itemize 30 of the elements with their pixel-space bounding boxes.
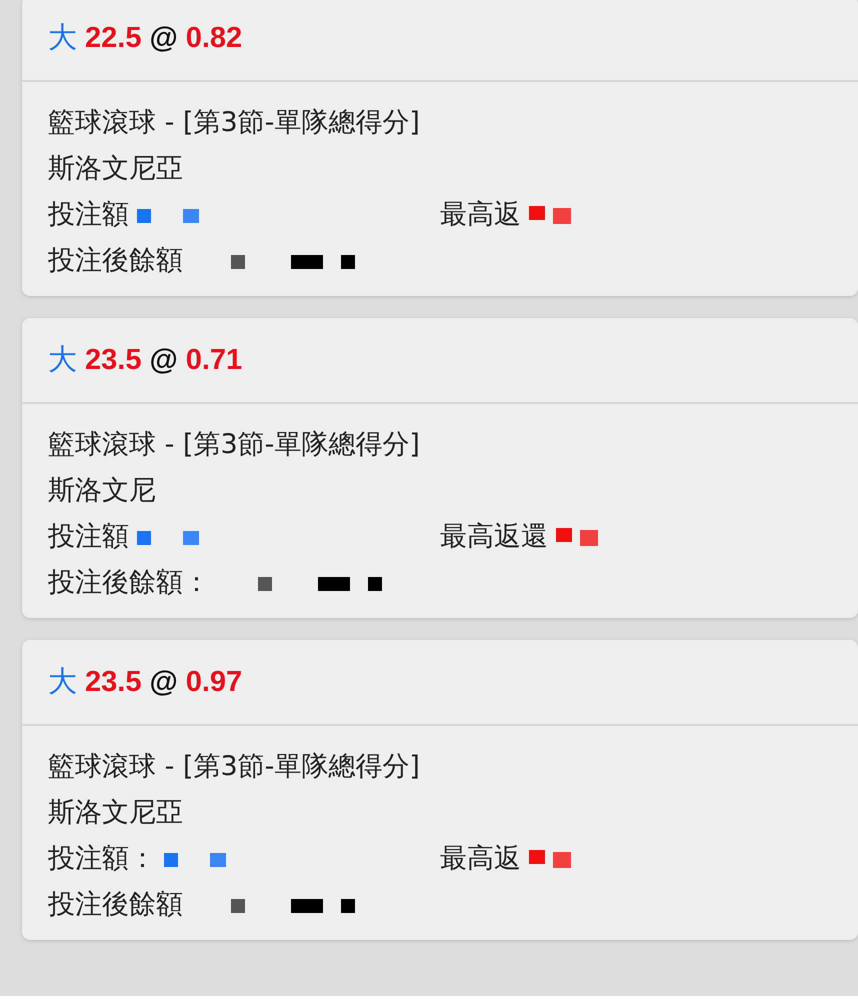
stake-label: 投注額： [48, 842, 156, 876]
stake-label: 投注額 [48, 198, 129, 232]
at-sign: @ [149, 666, 178, 698]
stake-label: 投注額 [48, 520, 129, 554]
team-name: 斯洛文尼亞 [48, 152, 184, 186]
return-label: 最高返還 [440, 520, 548, 554]
bet-side: 大 [48, 665, 77, 700]
return-label: 最高返 [440, 842, 521, 876]
balance-label: 投注後餘額 [48, 888, 183, 922]
bet-line: 23.5 [85, 344, 142, 376]
bet-side: 大 [48, 343, 77, 378]
redacted-blur-icon [529, 850, 571, 868]
bet-line: 23.5 [85, 666, 142, 698]
market-name: 籃球滾球 - [第3節-單隊總得分] [48, 428, 421, 462]
return-label: 最高返 [440, 198, 521, 232]
redacted-blur-icon [556, 528, 598, 546]
at-sign: @ [149, 344, 178, 376]
at-sign: @ [149, 22, 178, 54]
redacted-blur-icon [529, 206, 571, 224]
team-name: 斯洛文尼 [48, 474, 157, 508]
balance-label: 投注後餘額： [48, 566, 210, 600]
bet-line: 22.5 [85, 22, 142, 54]
bet-odds: 0.82 [186, 22, 242, 54]
balance-label: 投注後餘額 [48, 244, 183, 278]
bet-odds: 0.71 [186, 344, 242, 376]
bet-odds: 0.97 [186, 666, 242, 698]
market-name: 籃球滾球 - [第3節-單隊總得分] [48, 750, 421, 784]
team-name: 斯洛文尼亞 [48, 796, 184, 830]
market-name: 籃球滾球 - [第3節-單隊總得分] [48, 106, 421, 140]
bet-side: 大 [48, 21, 77, 56]
